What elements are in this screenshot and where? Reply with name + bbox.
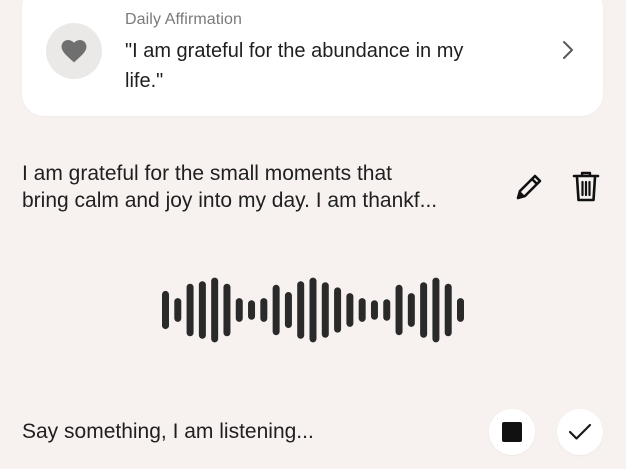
heart-icon (61, 39, 87, 63)
waveform-bar (407, 293, 415, 327)
waveform-bar (309, 277, 317, 343)
trash-icon (572, 171, 600, 202)
journal-entry-text: I am grateful for the small moments that… (22, 160, 504, 214)
waveform-bar (186, 283, 194, 337)
edit-entry-button[interactable] (512, 170, 546, 204)
waveform-bar (420, 282, 428, 338)
affirmation-label: Daily Affirmation (125, 11, 243, 28)
waveform-bar (432, 277, 440, 343)
waveform-bar (198, 281, 206, 339)
waveform-bar (334, 287, 342, 333)
journal-entry-line: I am grateful for the small moments that (22, 162, 392, 185)
waveform-bar (346, 293, 354, 327)
audio-waveform (162, 277, 464, 343)
waveform-bar (248, 300, 256, 320)
waveform-bar (395, 284, 403, 336)
waveform-bar (272, 284, 280, 336)
waveform-bar (358, 298, 366, 322)
waveform-bar (223, 283, 231, 337)
waveform-bar (162, 290, 169, 330)
voice-journal-screen: Daily Affirmation "I am grateful for the… (0, 0, 626, 469)
pencil-icon (516, 174, 542, 200)
affirmation-text: "I am grateful for the abundance in my l… (125, 36, 525, 96)
journal-entry-line: bring calm and joy into my day. I am tha… (22, 189, 438, 212)
affirmation-line: "I am grateful for the abundance in my (125, 40, 464, 62)
waveform-bar (211, 277, 219, 343)
waveform-bar (260, 298, 268, 322)
confirm-entry-button[interactable] (557, 409, 603, 455)
waveform-bar (284, 292, 292, 328)
check-icon (568, 423, 592, 440)
daily-affirmation-card[interactable]: Daily Affirmation "I am grateful for the… (22, 0, 603, 116)
affirmation-icon-circle (46, 23, 102, 79)
waveform-bar (297, 281, 305, 339)
delete-entry-button[interactable] (569, 169, 603, 205)
affirmation-line: life." (125, 70, 164, 92)
waveform-bar (370, 300, 378, 320)
waveform-bar (457, 298, 464, 322)
waveform-bar (174, 298, 182, 322)
waveform-bar (235, 298, 243, 322)
waveform-bar (444, 283, 452, 337)
listening-status: Say something, I am listening... (22, 420, 314, 443)
stop-recording-button[interactable] (489, 409, 535, 455)
waveform-bar (383, 299, 391, 321)
stop-icon (502, 422, 522, 442)
chevron-right-icon[interactable] (559, 38, 577, 62)
waveform-bar (321, 282, 329, 338)
